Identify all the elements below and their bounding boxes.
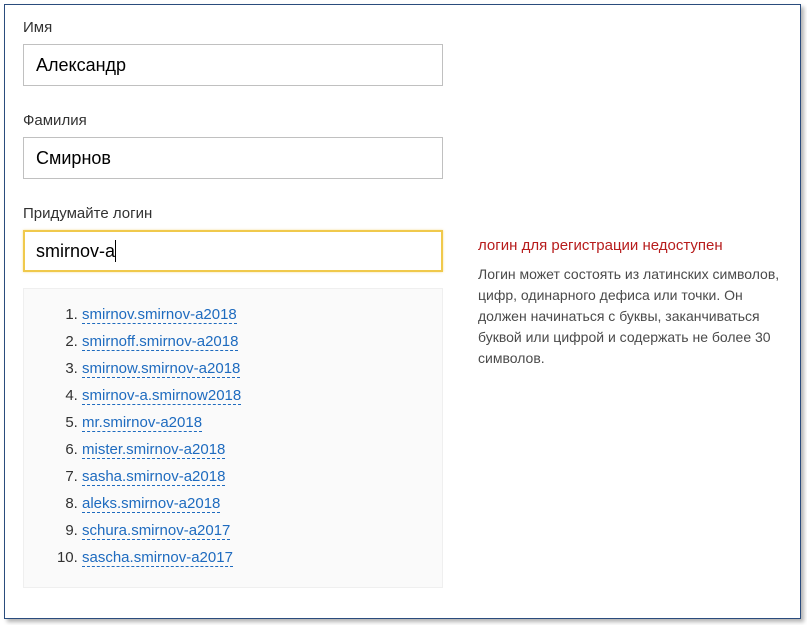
- login-suggestion-link[interactable]: mr.smirnov-a2018: [82, 414, 202, 432]
- last-name-input[interactable]: [23, 137, 443, 179]
- login-suggestion-link[interactable]: sascha.smirnov-a2017: [82, 549, 233, 567]
- last-name-group: Фамилия: [23, 112, 458, 179]
- form-left-column: Имя Фамилия Придумайте логин smirnov-a s…: [23, 19, 458, 588]
- last-name-label: Фамилия: [23, 112, 458, 129]
- list-item: sascha.smirnov-a2017: [82, 544, 432, 571]
- validation-panel: логин для регистрации недоступен Логин м…: [458, 19, 782, 588]
- first-name-input[interactable]: [23, 44, 443, 86]
- login-suggestion-link[interactable]: smirnov.smirnov-a2018: [82, 306, 237, 324]
- login-suggestion-link[interactable]: mister.smirnov-a2018: [82, 441, 225, 459]
- list-item: sasha.smirnov-a2018: [82, 463, 432, 490]
- list-item: aleks.smirnov-a2018: [82, 490, 432, 517]
- list-item: schura.smirnov-a2017: [82, 517, 432, 544]
- list-item: smirnoff.smirnov-a2018: [82, 328, 432, 355]
- login-suggestion-link[interactable]: smirnov-a.smirnow2018: [82, 387, 241, 405]
- login-suggestions-list: smirnov.smirnov-a2018 smirnoff.smirnov-a…: [34, 301, 432, 571]
- login-label: Придумайте логин: [23, 205, 458, 222]
- list-item: smirnov.smirnov-a2018: [82, 301, 432, 328]
- login-input[interactable]: smirnov-a: [23, 230, 443, 272]
- login-suggestion-link[interactable]: aleks.smirnov-a2018: [82, 495, 220, 513]
- login-hint-text: Логин может состоять из латинских символ…: [478, 264, 782, 369]
- list-item: mr.smirnov-a2018: [82, 409, 432, 436]
- login-error-message: логин для регистрации недоступен: [478, 237, 782, 254]
- login-suggestion-link[interactable]: smirnow.smirnov-a2018: [82, 360, 240, 378]
- login-suggestion-link[interactable]: sasha.smirnov-a2018: [82, 468, 225, 486]
- list-item: smirnov-a.smirnow2018: [82, 382, 432, 409]
- list-item: smirnow.smirnov-a2018: [82, 355, 432, 382]
- login-input-value: smirnov-a: [36, 240, 116, 262]
- first-name-group: Имя: [23, 19, 458, 86]
- login-group: Придумайте логин smirnov-a: [23, 205, 458, 272]
- first-name-label: Имя: [23, 19, 458, 36]
- login-suggestion-link[interactable]: schura.smirnov-a2017: [82, 522, 230, 540]
- login-suggestion-link[interactable]: smirnoff.smirnov-a2018: [82, 333, 238, 351]
- list-item: mister.smirnov-a2018: [82, 436, 432, 463]
- registration-form-window: Имя Фамилия Придумайте логин smirnov-a s…: [4, 4, 801, 619]
- login-suggestions-box: smirnov.smirnov-a2018 smirnoff.smirnov-a…: [23, 288, 443, 588]
